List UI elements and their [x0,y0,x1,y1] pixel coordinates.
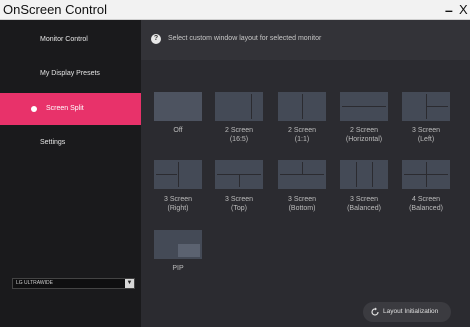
sidebar-item-label: Settings [40,139,66,146]
layout-2-screen-horizontal[interactable] [340,92,388,121]
sidebar-item-screen-split[interactable]: Screen Split [0,93,141,125]
title-bar: OnScreen Control – X [0,0,470,20]
layout-label: 3 Screen (Bottom) [287,196,317,212]
init-button-label: Layout Initialization [383,308,439,315]
sidebar-item-monitor-control[interactable]: Monitor Control [0,24,141,56]
layout-4-screen-balanced[interactable] [402,160,450,189]
window-title: OnScreen Control [3,2,108,17]
layout-pip[interactable] [154,230,202,259]
sidebar-item-label: Screen Split [46,105,84,112]
layout-3-screen-left[interactable] [402,92,450,121]
layout-3-screen-right[interactable] [154,160,202,189]
sidebar-item-my-display-presets[interactable]: My Display Presets [0,58,141,90]
layout-label: 3 Screen (Right) [163,196,193,212]
refresh-icon [371,307,379,316]
close-button[interactable]: X [459,0,470,20]
layout-2-screen-1-1[interactable] [278,92,326,121]
info-bar: ? Select custom window layout for select… [141,20,470,60]
sidebar-item-label: Monitor Control [40,36,88,43]
minimize-button[interactable]: – [445,0,455,20]
active-dot-icon [31,106,37,112]
monitor-select[interactable]: LG ULTRAWIDE ▼ [12,278,135,289]
info-icon: ? [151,34,161,44]
layout-initialization-button[interactable]: Layout Initialization [363,302,451,322]
layout-label: PIP [172,265,184,272]
layout-label: 2 Screen (Horizontal) [345,127,383,143]
layout-3-screen-top[interactable] [215,160,263,189]
info-text: Select custom window layout for selected… [168,35,322,42]
layout-off[interactable] [154,92,202,121]
layout-label: 3 Screen (Top) [224,196,254,212]
layout-2-screen-16-5[interactable] [215,92,263,121]
layout-3-screen-balanced[interactable] [340,160,388,189]
chevron-down-icon: ▼ [125,279,134,288]
layout-label: 3 Screen (Balanced) [347,196,381,212]
layout-label: 4 Screen (Balanced) [409,196,443,212]
sidebar: Monitor Control My Display Presets Scree… [0,20,141,327]
monitor-select-value: LG ULTRAWIDE [16,280,53,286]
sidebar-item-settings[interactable]: Settings [0,127,141,159]
layout-label: Off [173,127,183,134]
layout-label: 2 Screen (1:1) [287,127,317,143]
layout-3-screen-bottom[interactable] [278,160,326,189]
sidebar-item-label: My Display Presets [40,70,100,77]
layout-label: 2 Screen (16:5) [224,127,254,143]
layout-label: 3 Screen (Left) [411,127,441,143]
